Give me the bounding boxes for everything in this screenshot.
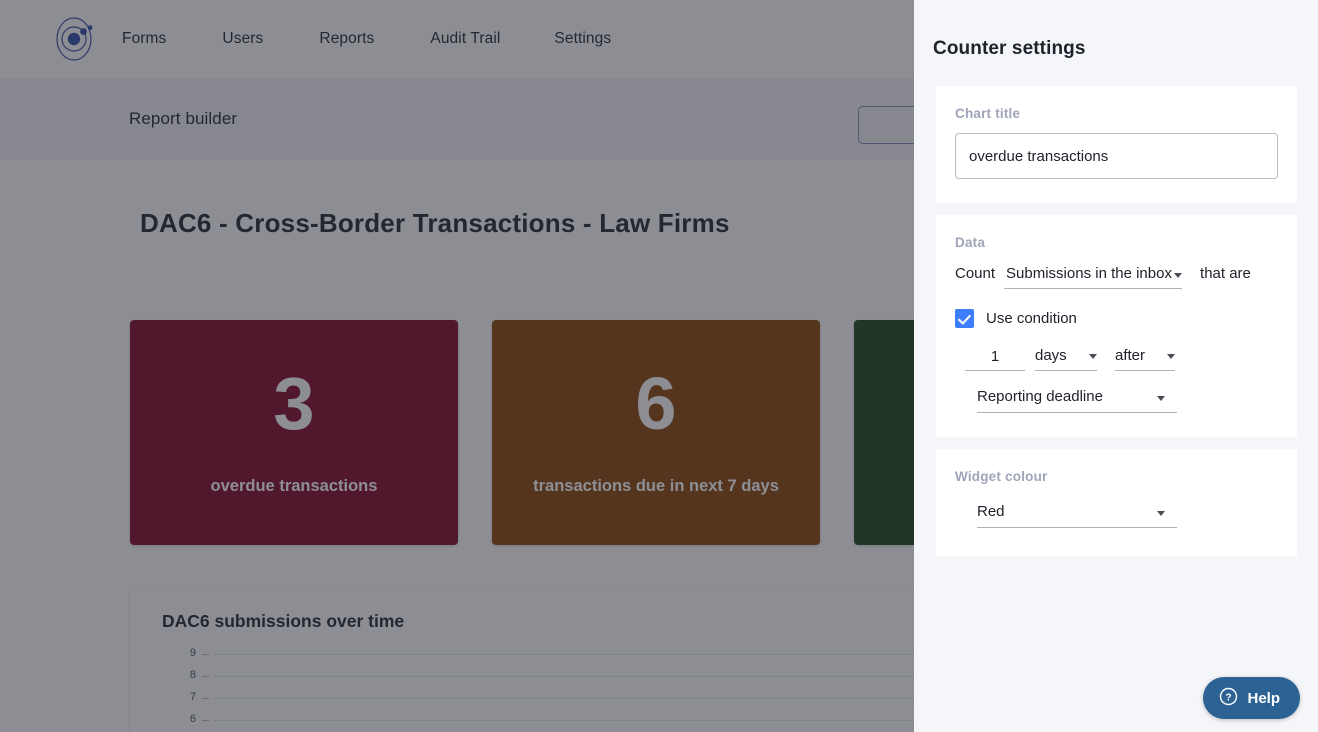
- nav-item-users[interactable]: Users: [222, 30, 263, 48]
- data-section: Data Count Submissions in the inbox that…: [936, 215, 1297, 437]
- use-condition-row[interactable]: Use condition: [955, 309, 1278, 328]
- widget-colour-section: Widget colour Red: [936, 449, 1297, 556]
- help-button-label: Help: [1247, 689, 1280, 707]
- chevron-down-icon: [1157, 396, 1165, 401]
- chart-y-tick-mark: [202, 676, 209, 677]
- chart-y-tick-mark: [202, 720, 209, 721]
- use-condition-checkbox[interactable]: [955, 309, 974, 328]
- condition-unit-value: days: [1035, 347, 1067, 364]
- chart-title-input[interactable]: [955, 133, 1278, 179]
- nav-item-forms[interactable]: Forms: [122, 30, 166, 48]
- app-root: Forms Users Reports Audit Trail Settings…: [0, 0, 1318, 732]
- panel-title: Counter settings: [933, 38, 1086, 59]
- counter-settings-panel: Counter settings Chart title Data Count …: [914, 0, 1318, 732]
- widget-colour-label: Widget colour: [955, 469, 1048, 484]
- chart-y-tick-label: 9: [189, 647, 196, 659]
- counter-card[interactable]: 6 transactions due in next 7 days: [492, 320, 820, 545]
- counter-value: 3: [273, 362, 315, 446]
- widget-colour-select[interactable]: Red: [977, 500, 1177, 528]
- condition-deadline-value: Reporting deadline: [977, 388, 1103, 405]
- counter-label: overdue transactions: [210, 477, 378, 496]
- question-circle-icon: ?: [1219, 687, 1238, 710]
- chart-y-tick-mark: [202, 654, 209, 655]
- condition-relation-value: after: [1115, 347, 1146, 364]
- counter-value: 6: [635, 362, 677, 446]
- condition-amount-input[interactable]: [965, 344, 1025, 371]
- chart-y-tick-label: 8: [189, 669, 196, 681]
- use-condition-label: Use condition: [986, 310, 1077, 327]
- chevron-down-icon: [1089, 354, 1097, 359]
- condition-row: days after: [965, 344, 1278, 371]
- count-word: Count: [955, 265, 996, 282]
- data-source-select[interactable]: Submissions in the inbox: [1004, 262, 1183, 289]
- counter-card[interactable]: 3 overdue transactions: [130, 320, 458, 545]
- chevron-down-icon: [1167, 354, 1175, 359]
- chart-title-label: Chart title: [955, 106, 1021, 121]
- data-source-value: Submissions in the inbox: [1006, 265, 1172, 282]
- atom-logo-icon[interactable]: [52, 15, 100, 63]
- nav-item-reports[interactable]: Reports: [319, 30, 374, 48]
- nav-links: Forms Users Reports Audit Trail Settings: [122, 30, 667, 48]
- count-source-row: Count Submissions in the inbox that are: [955, 262, 1278, 289]
- data-label: Data: [955, 235, 986, 250]
- widget-colour-value: Red: [977, 503, 1005, 520]
- deadline-row: Reporting deadline: [977, 385, 1278, 413]
- chart-title-section: Chart title: [936, 86, 1297, 203]
- svg-text:?: ?: [1226, 692, 1232, 703]
- counter-label: transactions due in next 7 days: [533, 477, 779, 496]
- nav-item-settings[interactable]: Settings: [554, 30, 611, 48]
- nav-item-audit-trail[interactable]: Audit Trail: [430, 30, 500, 48]
- chart-y-tick-label: 6: [189, 713, 196, 725]
- condition-unit-select[interactable]: days: [1035, 344, 1097, 371]
- chevron-down-icon: [1174, 273, 1183, 278]
- help-button[interactable]: ? Help: [1203, 677, 1300, 719]
- condition-relation-select[interactable]: after: [1115, 344, 1175, 371]
- toolbar-title: Report builder: [129, 109, 238, 128]
- chart-y-tick-label: 7: [189, 691, 196, 703]
- count-suffix-word: that are: [1200, 265, 1251, 282]
- chevron-down-icon: [1157, 511, 1165, 516]
- chart-y-tick-mark: [202, 698, 209, 699]
- condition-deadline-select[interactable]: Reporting deadline: [977, 385, 1177, 413]
